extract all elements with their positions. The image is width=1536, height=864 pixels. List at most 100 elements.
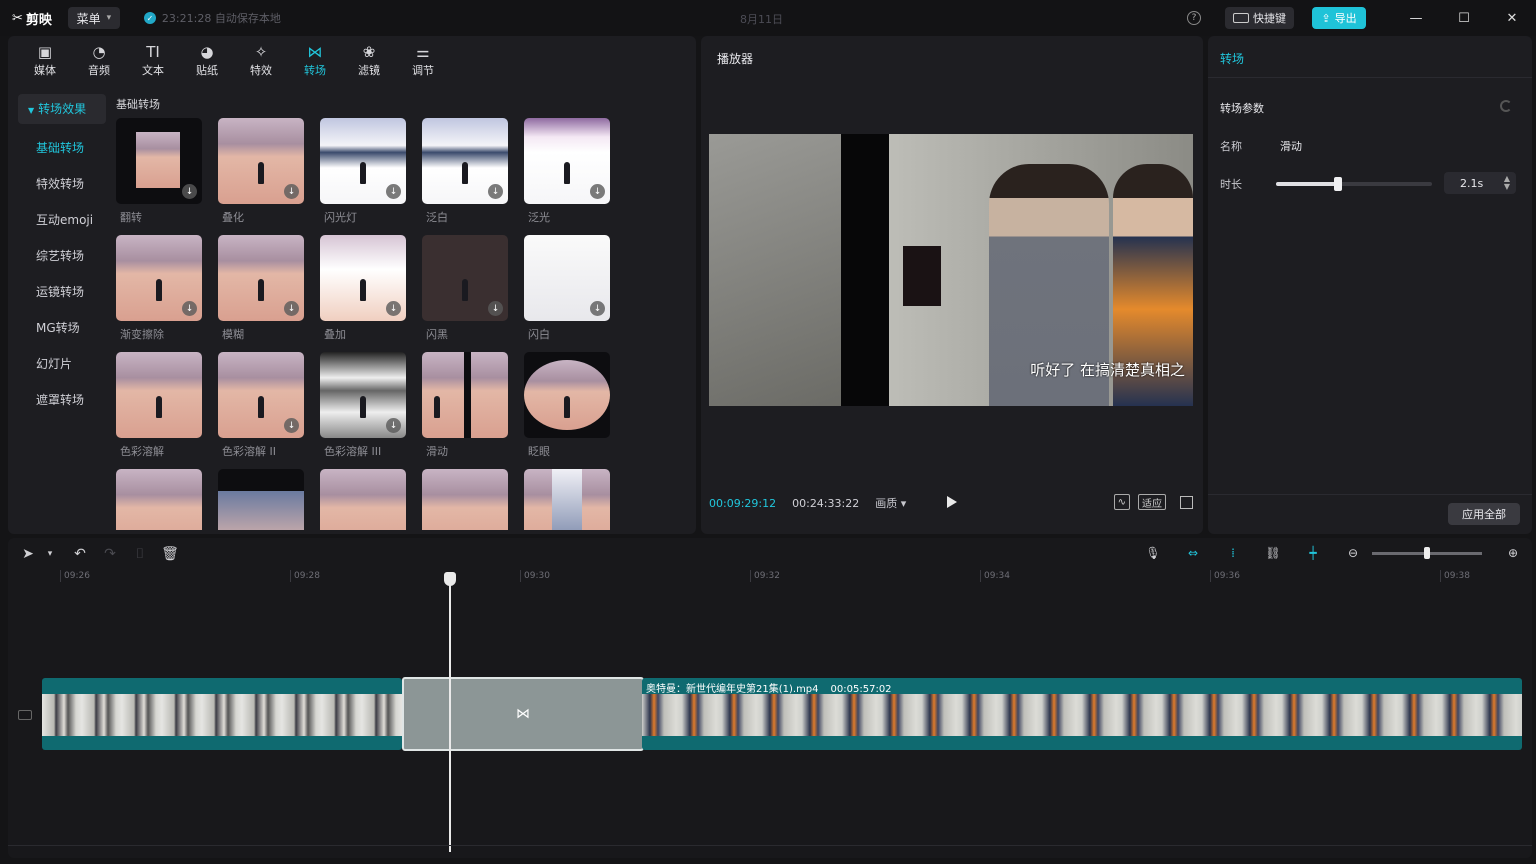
category-item[interactable]: MG转场 — [18, 310, 106, 346]
download-icon: ↓ — [182, 301, 197, 316]
split-icon[interactable]: ⌷ — [130, 546, 150, 562]
project-title: 8月11日 — [740, 13, 783, 26]
tab-label: 贴纸 — [196, 64, 218, 77]
zoom-slider[interactable] — [1372, 546, 1482, 559]
tab-text[interactable]: TI 文本 — [126, 40, 180, 80]
transition-item[interactable]: ↓ 翻转 — [116, 118, 202, 224]
tab-transition-props[interactable]: 转场 — [1220, 50, 1244, 67]
duration-input[interactable]: 2.1s ▲ ▼ — [1444, 172, 1516, 194]
category-header[interactable]: ▼ 转场效果 — [18, 94, 106, 124]
transition-marker[interactable]: ⋈ — [402, 677, 644, 751]
fit-button[interactable]: 适应 — [1138, 494, 1166, 510]
ruler-tick: 09:36 — [1210, 570, 1240, 582]
tab-effects[interactable]: ✧ 特效 — [234, 40, 288, 80]
help-icon[interactable]: ? — [1187, 11, 1201, 25]
duration-label: 时长 — [1220, 178, 1242, 191]
transition-item[interactable]: ↓ 闪白 — [524, 235, 610, 341]
zoom-out-icon[interactable]: ⊖ — [1344, 546, 1362, 560]
video-clip[interactable]: 奥特曼：新世代编年史第21集(1).mp4 00:05:57:02 — [642, 678, 1522, 750]
chevron-down-icon: ▾ — [106, 13, 112, 23]
transition-item[interactable] — [422, 469, 508, 530]
menu-button[interactable]: 菜单 ▾ — [67, 7, 120, 29]
figure-silhouette — [156, 279, 162, 301]
transition-label: 翻转 — [120, 211, 142, 224]
tab-adjust[interactable]: ⚌ 调节 — [396, 40, 450, 80]
play-icon[interactable] — [947, 496, 957, 508]
tab-media[interactable]: ▣ 媒体 — [18, 40, 72, 80]
slider-knob[interactable] — [1334, 177, 1343, 191]
transition-item[interactable] — [320, 469, 406, 530]
undo-icon[interactable]: ↶ — [70, 546, 90, 562]
zoom-knob[interactable] — [1424, 546, 1430, 559]
transition-item[interactable]: 色彩溶解 — [116, 352, 202, 458]
tab-audio[interactable]: ◔ 音频 — [72, 40, 126, 80]
close-icon[interactable]: ✕ — [1488, 11, 1536, 26]
maximize-icon[interactable]: ☐ — [1440, 11, 1488, 26]
transition-item[interactable]: ↓ 闪光灯 — [320, 118, 406, 224]
transition-item[interactable]: ↓ 泛光 — [524, 118, 610, 224]
category-item[interactable]: 互动emoji — [18, 202, 106, 238]
duration-slider[interactable] — [1276, 177, 1432, 191]
minimize-icon[interactable]: — — [1392, 11, 1440, 26]
transition-thumbnail — [218, 469, 304, 530]
inspector-panel: 转场 转场参数 名称 滑动 时长 2.1s ▲ ▼ 应用全部 — [1208, 36, 1532, 534]
tab-sticker[interactable]: ◕ 贴纸 — [180, 40, 234, 80]
timeline-panel: ➤ ▾ ↶ ↷ ⌷ 🗑 🎙 ⇔ ⁞ ⛓ ┿ ⊖ ⊕ 09:26 09:28 09… — [8, 538, 1532, 858]
shortcut-label: 快捷键 — [1253, 12, 1286, 25]
chevron-down-icon[interactable]: ▾ — [40, 549, 60, 559]
name-value: 滑动 — [1280, 140, 1302, 153]
redo-icon[interactable]: ↷ — [100, 546, 120, 562]
transition-item[interactable]: ↓ 色彩溶解 III — [320, 352, 406, 458]
stepper-icon[interactable]: ▲ ▼ — [1504, 175, 1510, 191]
tab-filter[interactable]: ❀ 滤镜 — [342, 40, 396, 80]
playhead-handle[interactable] — [444, 572, 456, 586]
player-controls: 00:09:29:12 00:24:33:22 画质 ▾ ∿ 适应 — [701, 488, 1203, 518]
shortcut-button[interactable]: 快捷键 — [1225, 7, 1294, 29]
auto-snap-icon[interactable]: ⁞ — [1224, 546, 1242, 560]
tab-label: 音频 — [88, 64, 110, 77]
transition-item[interactable]: 眨眼 — [524, 352, 610, 458]
microphone-icon[interactable]: 🎙 — [1144, 546, 1162, 560]
transition-item[interactable]: ↓ 叠化 — [218, 118, 304, 224]
transition-item[interactable]: ↓ 叠加 — [320, 235, 406, 341]
transition-item[interactable]: ↓ 闪黑 — [422, 235, 508, 341]
time-ruler[interactable]: 09:26 09:28 09:30 09:32 09:34 09:36 09:3… — [8, 570, 1532, 584]
transition-item[interactable] — [524, 469, 610, 530]
waveform-icon[interactable]: ∿ — [1113, 494, 1130, 510]
transition-item[interactable] — [116, 469, 202, 530]
transition-item[interactable] — [218, 469, 304, 530]
category-item[interactable]: 综艺转场 — [18, 238, 106, 274]
download-icon: ↓ — [386, 301, 401, 316]
transition-item[interactable]: ↓ 渐变擦除 — [116, 235, 202, 341]
category-item[interactable]: 基础转场 — [18, 130, 106, 166]
materials-panel: ▣ 媒体 ◔ 音频 TI 文本 ◕ 贴纸 ✧ 特效 ⋈ 转场 ❀ 滤镜 ⚌ 调节 ▼ 转场效果 基… — [8, 36, 696, 534]
transition-item[interactable]: ↓ 模糊 — [218, 235, 304, 341]
clip-filmstrip — [642, 694, 1522, 736]
delete-icon[interactable]: 🗑 — [160, 546, 180, 562]
select-cursor-icon[interactable]: ➤ — [18, 546, 38, 562]
link-icon[interactable]: ⛓ — [1264, 546, 1282, 560]
export-button[interactable]: ⇪ 导出 — [1312, 7, 1366, 29]
tool-tabs: ▣ 媒体 ◔ 音频 TI 文本 ◕ 贴纸 ✧ 特效 ⋈ 转场 ❀ 滤镜 ⚌ 调节 — [18, 40, 450, 80]
zoom-in-icon[interactable]: ⊕ — [1504, 546, 1522, 560]
transition-label: 闪白 — [528, 328, 550, 341]
transition-item[interactable]: ↓ 色彩溶解 II — [218, 352, 304, 458]
transition-item[interactable]: ↓ 泛白 — [422, 118, 508, 224]
category-item[interactable]: 运镜转场 — [18, 274, 106, 310]
video-preview[interactable]: 听好了 在搞清楚真相之 — [709, 134, 1193, 406]
check-icon: ✓ — [143, 12, 156, 24]
category-item[interactable]: 特效转场 — [18, 166, 106, 202]
fullscreen-icon[interactable] — [1180, 495, 1193, 509]
tab-transition[interactable]: ⋈ 转场 — [288, 40, 342, 80]
playhead[interactable] — [444, 572, 456, 852]
figure-silhouette — [434, 396, 440, 418]
category-item[interactable]: 幻灯片 — [18, 346, 106, 382]
transition-item[interactable]: 滑动 — [422, 352, 508, 458]
category-item[interactable]: 遮罩转场 — [18, 382, 106, 418]
video-clip[interactable] — [42, 678, 402, 750]
quality-dropdown[interactable]: 画质 ▾ — [875, 495, 906, 511]
main-track-magnet-icon[interactable]: ⇔ — [1184, 546, 1202, 560]
preview-axis-icon[interactable]: ┿ — [1304, 546, 1322, 560]
reset-icon[interactable] — [1500, 100, 1512, 112]
apply-all-button[interactable]: 应用全部 — [1448, 503, 1520, 525]
